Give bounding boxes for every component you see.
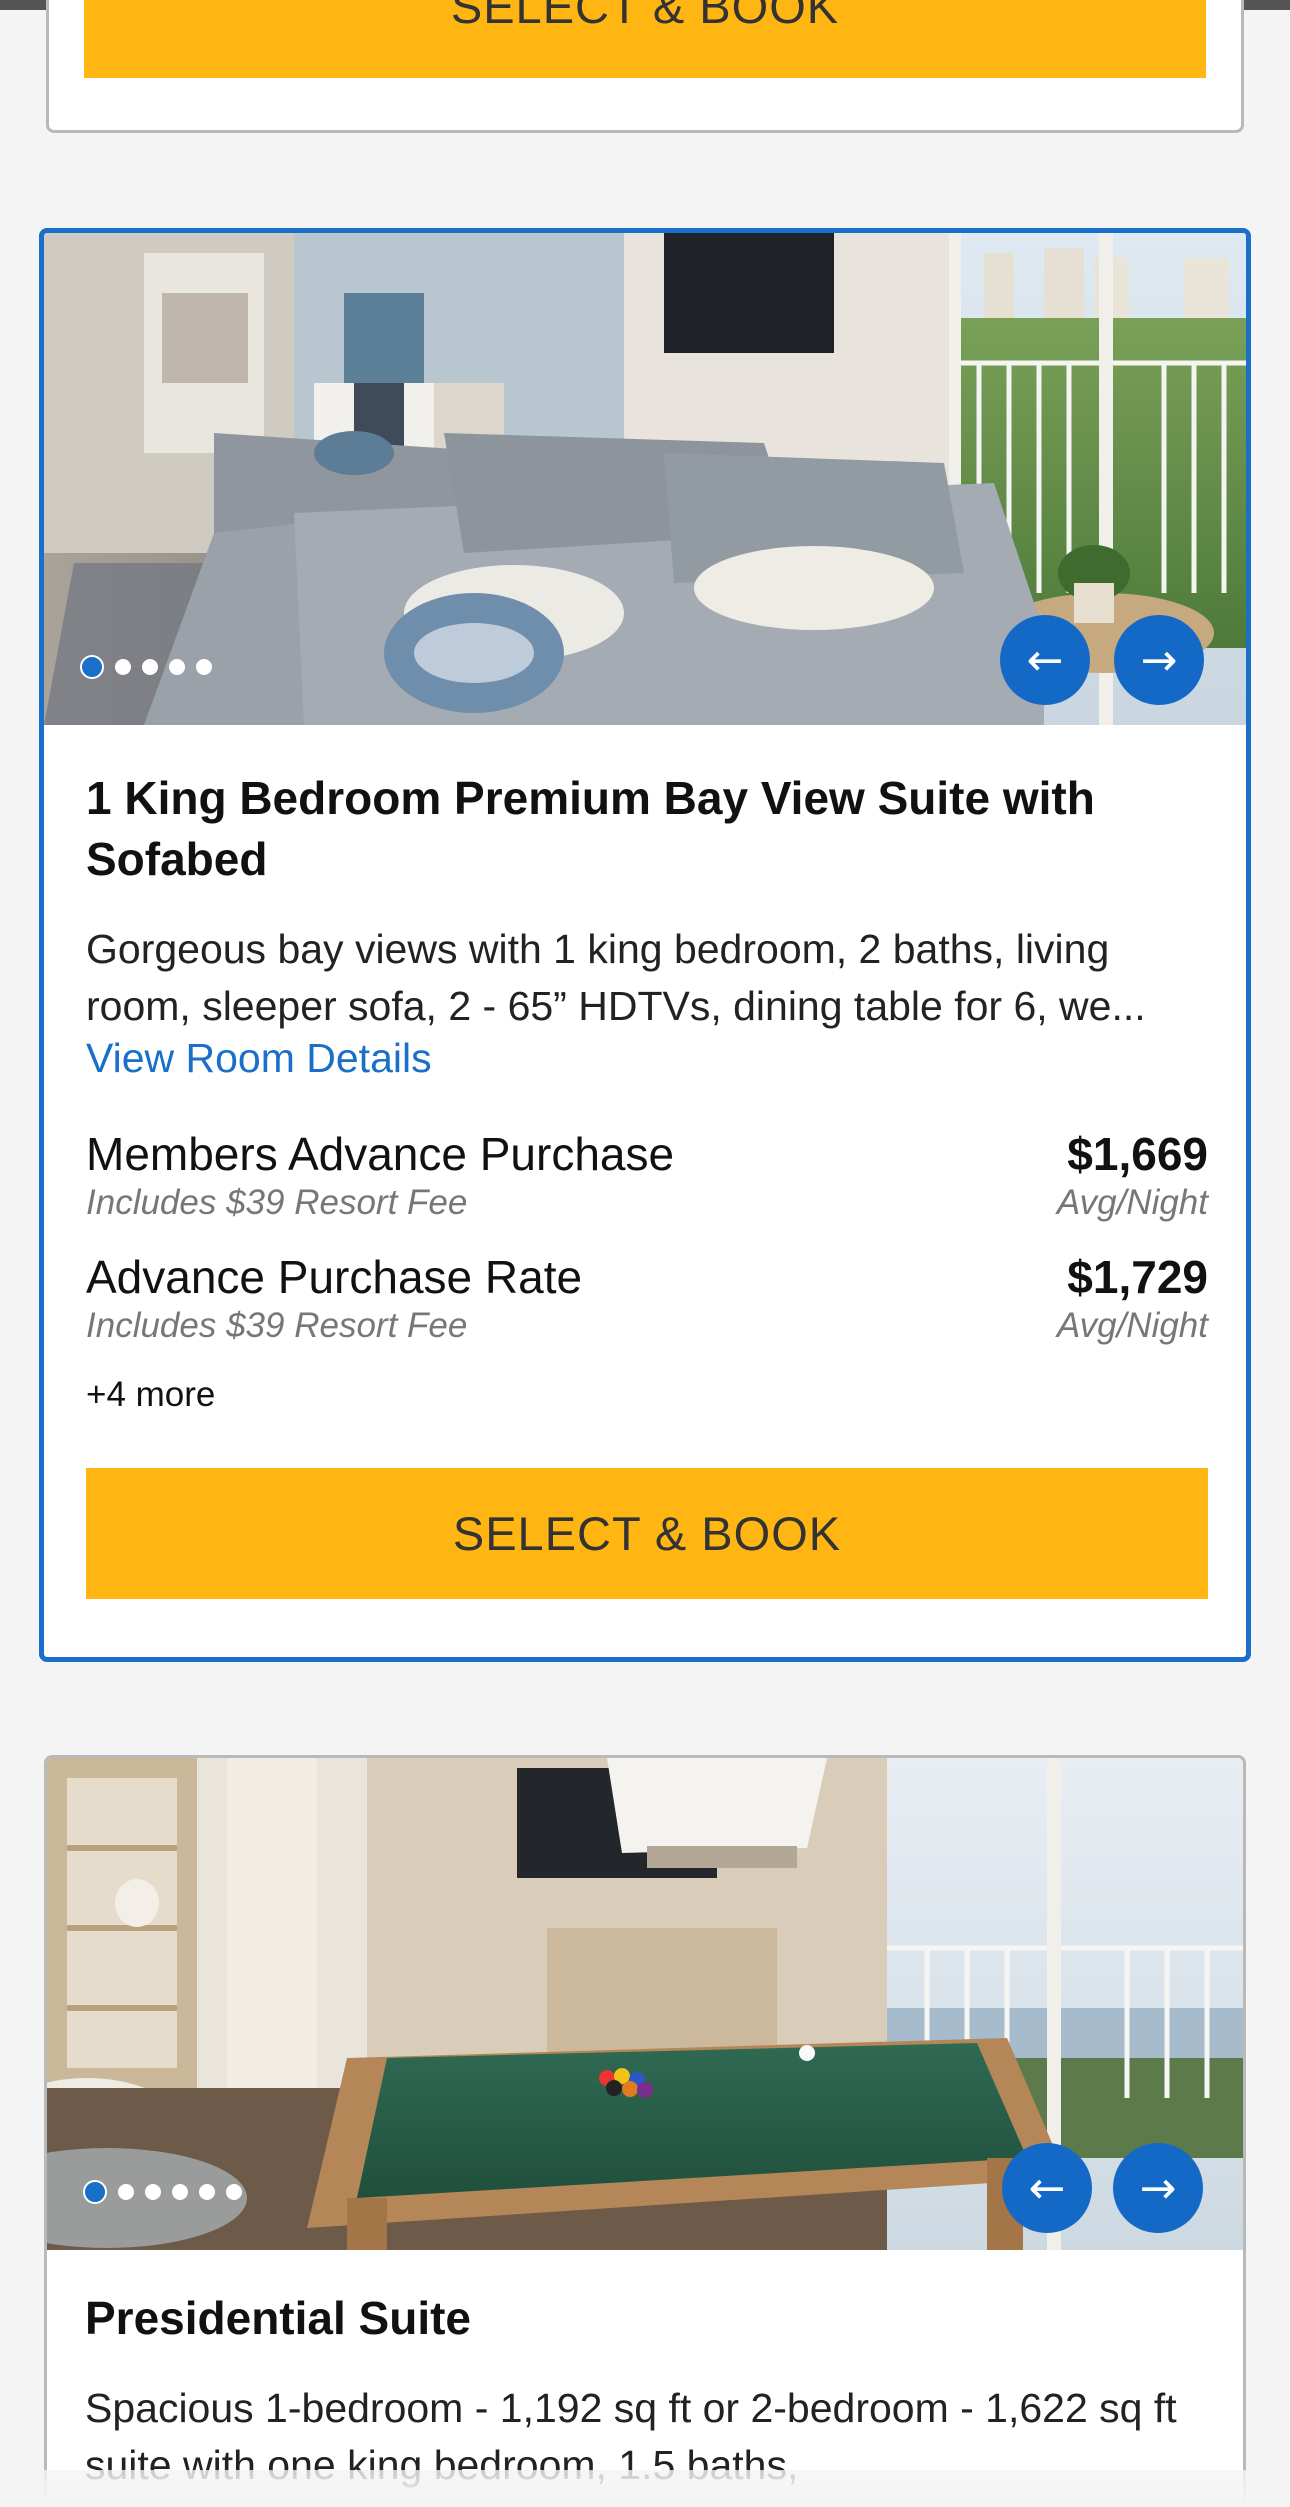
- carousel-next-button[interactable]: →: [1113, 2143, 1203, 2233]
- select-and-book-label: SELECT & BOOK: [452, 1507, 842, 1560]
- room-title: 1 King Bedroom Premium Bay View Suite wi…: [86, 772, 1095, 885]
- arrow-right-icon: →: [1140, 634, 1178, 686]
- carousel-dots: [83, 2180, 242, 2204]
- carousel-dot[interactable]: [169, 659, 185, 675]
- carousel-prev-button[interactable]: ←: [1002, 2143, 1092, 2233]
- room-description: Gorgeous bay views with 1 king bedroom, …: [86, 926, 1146, 1029]
- room-card-presidential-suite[interactable]: ← → Presidential Suite Spacious 1-bedroo…: [44, 1755, 1246, 2507]
- carousel-dot-active[interactable]: [80, 655, 104, 679]
- room-photo-carousel[interactable]: ← →: [44, 233, 1246, 725]
- rate-row[interactable]: Members Advance Purchase $1,669 Includes…: [86, 1127, 1208, 1237]
- carousel-dot[interactable]: [145, 2184, 161, 2200]
- rate-name: Advance Purchase Rate: [86, 1251, 583, 1303]
- room-photo-carousel[interactable]: ← →: [47, 1758, 1243, 2250]
- carousel-dots: [80, 655, 212, 679]
- rate-resort-fee: Includes $39 Resort Fee: [86, 1183, 468, 1222]
- rate-unit: Avg/Night: [1056, 1183, 1208, 1222]
- rate-name: Members Advance Purchase: [86, 1128, 675, 1180]
- more-rates-link[interactable]: +4 more: [86, 1375, 215, 1415]
- carousel-dot[interactable]: [199, 2184, 215, 2200]
- bottom-fade: [0, 2470, 1290, 2507]
- carousel-dot-active[interactable]: [83, 2180, 107, 2204]
- select-and-book-label: SELECT & BOOK: [450, 0, 840, 33]
- rate-unit: Avg/Night: [1056, 1306, 1208, 1345]
- room-title: Presidential Suite: [85, 2292, 472, 2344]
- room-card-premium-bay-view-suite[interactable]: ← → 1 King Bedroom Premium Bay View Suit…: [39, 228, 1251, 1662]
- carousel-dot[interactable]: [226, 2184, 242, 2200]
- rate-resort-fee: Includes $39 Resort Fee: [86, 1306, 468, 1345]
- carousel-prev-button[interactable]: ←: [1000, 615, 1090, 705]
- rate-row[interactable]: Advance Purchase Rate $1,729 Includes $3…: [86, 1250, 1208, 1360]
- carousel-next-button[interactable]: →: [1114, 615, 1204, 705]
- view-room-details-link[interactable]: View Room Details: [86, 1035, 432, 1082]
- arrow-left-icon: ←: [1026, 634, 1064, 686]
- arrow-right-icon: →: [1139, 2162, 1177, 2214]
- carousel-dot[interactable]: [142, 659, 158, 675]
- carousel-dot[interactable]: [118, 2184, 134, 2200]
- arrow-left-icon: ←: [1028, 2162, 1066, 2214]
- rate-price: $1,669: [1067, 1128, 1208, 1180]
- select-and-book-button[interactable]: SELECT & BOOK: [84, 0, 1206, 78]
- select-and-book-button[interactable]: SELECT & BOOK: [86, 1468, 1208, 1599]
- carousel-dot[interactable]: [196, 659, 212, 675]
- carousel-dot[interactable]: [115, 659, 131, 675]
- carousel-dot[interactable]: [172, 2184, 188, 2200]
- room-card-previous: SELECT & BOOK: [46, 0, 1244, 133]
- rate-price: $1,729: [1067, 1251, 1208, 1303]
